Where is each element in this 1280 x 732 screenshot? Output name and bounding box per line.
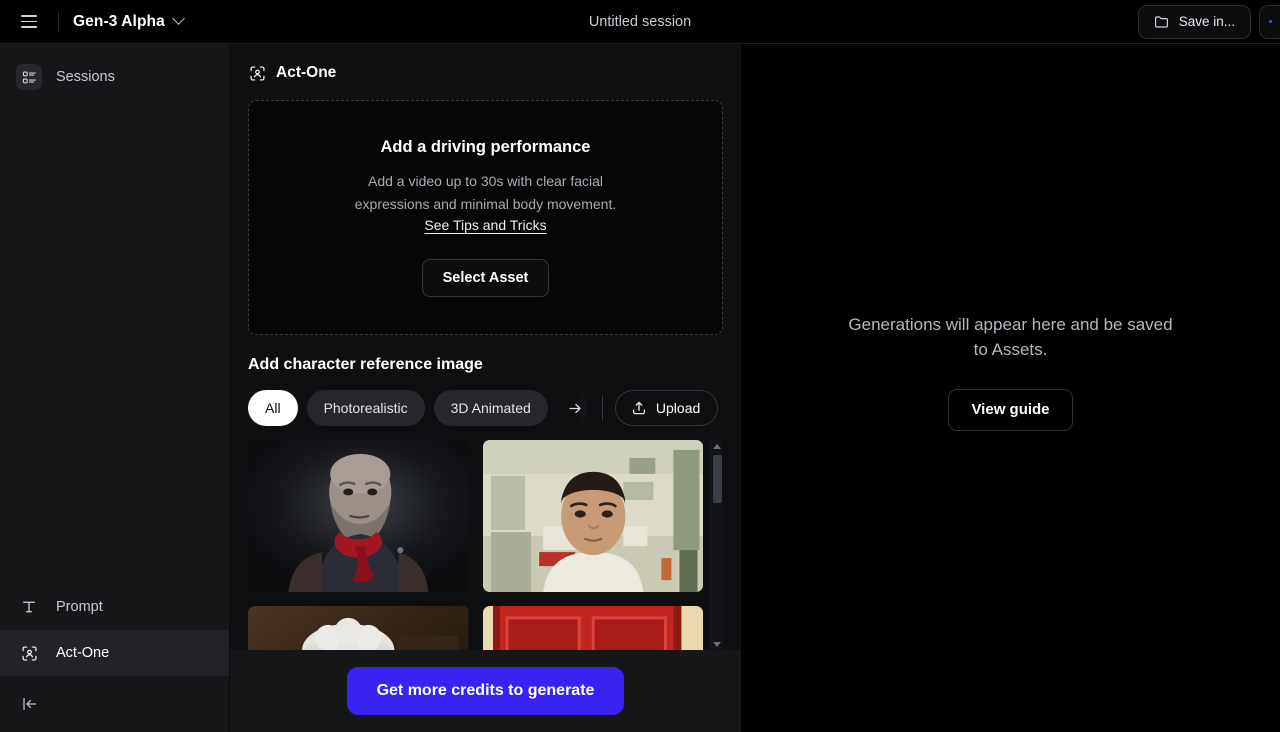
reference-section-title: Add character reference image [248, 356, 483, 373]
view-guide-button[interactable]: View guide [948, 388, 1073, 431]
filter-chip-photorealistic[interactable]: Photorealistic [306, 390, 425, 426]
select-asset-button[interactable]: Select Asset [421, 259, 550, 298]
session-title: Untitled session [588, 13, 692, 30]
top-bar: Gen-3 Alpha Untitled session Save in... [0, 0, 1280, 44]
reference-grid-scrollbar[interactable] [710, 440, 723, 650]
model-selector[interactable]: Gen-3 Alpha [73, 12, 185, 31]
sidebar-bottom [0, 676, 229, 732]
upload-button[interactable]: Upload [614, 390, 719, 426]
sidebar-item-act-one[interactable]: Act-One [0, 630, 229, 676]
tips-and-tricks-link[interactable]: See Tips and Tricks [424, 217, 546, 233]
app-body: Sessions Prompt Act-One Act-One Add a dr… [0, 44, 1280, 732]
arrow-right-icon[interactable] [556, 390, 595, 426]
folder-icon [1154, 15, 1168, 28]
chevron-down-icon[interactable] [171, 12, 185, 25]
sidebar-item-label: Prompt [56, 599, 103, 615]
sidebar-top-group: Sessions [0, 44, 229, 100]
save-in-button[interactable]: Save in... [1137, 4, 1251, 39]
sidebar-item-prompt[interactable]: Prompt [0, 584, 229, 630]
get-more-credits-button[interactable]: Get more credits to generate [346, 667, 625, 715]
triangle-down-icon[interactable] [711, 638, 723, 650]
sidebar: Sessions Prompt Act-One [0, 44, 230, 732]
model-name-label: Gen-3 Alpha [73, 12, 165, 30]
filter-chips-overflow: D [556, 390, 595, 426]
reference-thumbnail[interactable] [482, 440, 703, 592]
sidebar-item-label: Act-One [56, 645, 110, 661]
sidebar-tools-group: Prompt Act-One [0, 584, 229, 676]
upload-label: Upload [655, 400, 701, 416]
act-one-panel: Act-One Add a driving performance Add a … [230, 44, 741, 732]
top-bar-divider [58, 11, 59, 32]
scrollbar-thumb[interactable] [713, 455, 722, 503]
generations-preview-area: Generations will appear here and be save… [741, 44, 1280, 732]
panel-header: Act-One [248, 44, 723, 100]
act-one-panel-footer: Get more credits to generate [230, 650, 741, 732]
dropzone-title: Add a driving performance [380, 137, 591, 156]
act-one-panel-scroll: Act-One Add a driving performance Add a … [230, 44, 741, 650]
reference-image-grid [248, 440, 723, 650]
reference-filter-chips: All Photorealistic 3D Animated D [248, 390, 723, 426]
preview-empty-state: Generations will appear here and be save… [846, 313, 1176, 431]
overflow-dot-icon [1269, 20, 1272, 23]
list-grid-icon [16, 64, 42, 90]
triangle-up-icon[interactable] [711, 440, 723, 452]
filter-chip-all[interactable]: All [248, 390, 298, 426]
reference-thumbnail[interactable] [482, 606, 703, 650]
reference-image-grid-wrap [248, 440, 723, 650]
reference-thumbnail[interactable] [248, 440, 469, 592]
save-in-label: Save in... [1178, 14, 1235, 29]
face-scan-icon [248, 60, 266, 86]
reference-thumbnail[interactable] [248, 606, 469, 650]
chips-divider [601, 396, 603, 420]
sidebar-item-sessions[interactable]: Sessions [0, 54, 229, 100]
upload-icon [632, 401, 645, 415]
hamburger-icon[interactable] [14, 7, 44, 37]
panel-title: Act-One [276, 64, 337, 81]
face-scan-icon [16, 640, 42, 666]
sidebar-item-label: Sessions [56, 69, 115, 85]
top-bar-right: Save in... [1137, 4, 1280, 39]
collapse-left-icon[interactable] [16, 690, 44, 718]
driving-performance-dropzone[interactable]: Add a driving performance Add a video up… [248, 100, 723, 335]
overflow-button-partial[interactable] [1259, 4, 1280, 39]
preview-empty-text: Generations will appear here and be save… [848, 315, 1173, 359]
app-root: Gen-3 Alpha Untitled session Save in... [0, 0, 1280, 732]
dropzone-description: Add a video up to 30s with clear facial … [354, 172, 617, 212]
top-bar-left: Gen-3 Alpha [0, 7, 185, 37]
text-type-icon [16, 594, 42, 620]
filter-chip-3d-animated[interactable]: 3D Animated [433, 390, 548, 426]
